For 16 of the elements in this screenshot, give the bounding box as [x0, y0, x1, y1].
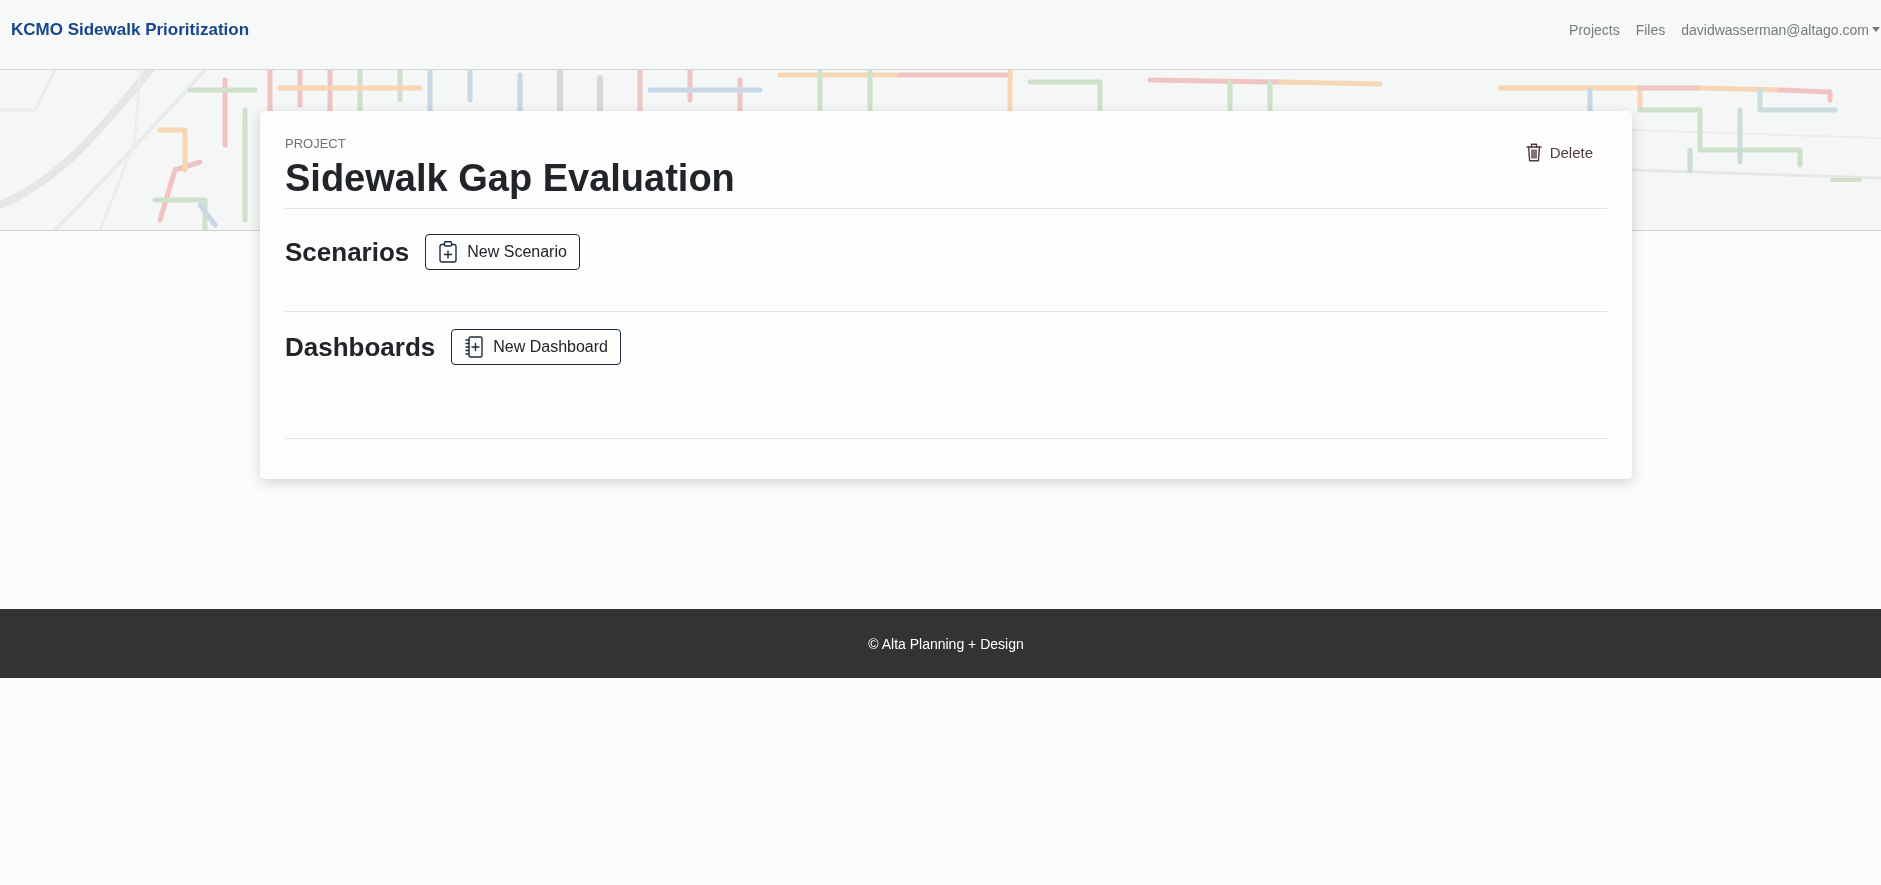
copyright-text: © Alta Planning + Design — [868, 635, 1024, 652]
project-label: PROJECT — [285, 136, 347, 151]
delete-button[interactable]: Delete — [1519, 139, 1599, 166]
trash-icon — [1525, 143, 1542, 162]
section-heading: Dashboards — [285, 331, 436, 364]
nav-link[interactable]: Files — [1635, 21, 1666, 38]
new-dashboard-button[interactable]: New Dashboard — [451, 329, 621, 365]
project-title: Sidewalk Gap Evaluation — [285, 157, 735, 199]
brand-link[interactable]: KCMO Sidewalk Prioritization — [11, 19, 250, 40]
notebook-plus-icon — [465, 336, 484, 358]
new-scenario-button[interactable]: New Scenario — [425, 234, 580, 270]
nav-link[interactable]: Projects — [1569, 21, 1620, 38]
section-heading: Scenarios — [285, 236, 410, 269]
caret-icon — [1872, 27, 1880, 32]
clipboard-plus-icon — [439, 241, 458, 263]
user-menu[interactable]: davidwasserman@altago.com — [1681, 21, 1880, 38]
